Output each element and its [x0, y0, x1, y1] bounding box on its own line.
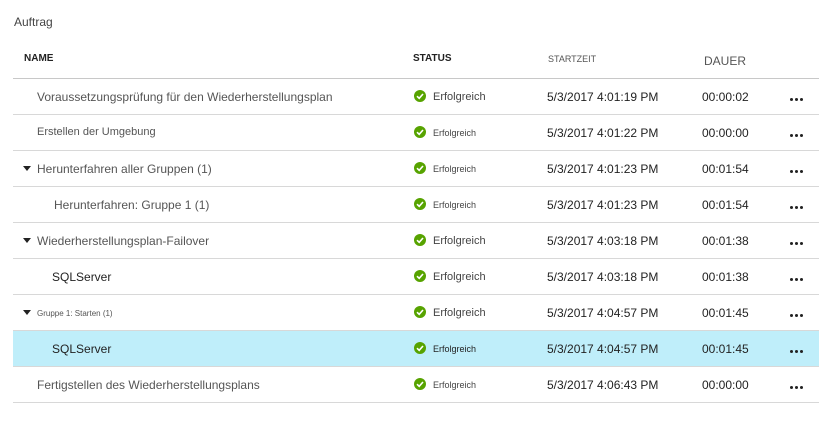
row-duration: 00:01:54: [702, 198, 749, 212]
row-name: Erstellen der Umgebung: [37, 126, 156, 138]
row-status: Erfolgreich: [433, 271, 486, 283]
check-circle-icon: [414, 234, 426, 246]
row-status: Erfolgreich: [433, 380, 477, 390]
column-header-name[interactable]: NAME: [24, 53, 53, 64]
row-start-time: 5/3/2017 4:01:22 PM: [547, 126, 659, 140]
ellipsis-icon[interactable]: [787, 271, 807, 285]
table-row[interactable]: SQLServer Erfolgreich 5/3/2017 4:03:18 P…: [13, 259, 819, 295]
caret-down-icon[interactable]: [23, 238, 31, 243]
ellipsis-icon[interactable]: [787, 235, 807, 249]
row-start-time: 5/3/2017 4:01:19 PM: [547, 90, 659, 104]
row-name: Herunterfahren: Gruppe 1 (1): [54, 198, 210, 212]
row-status: Erfolgreich: [433, 91, 486, 103]
row-status: Erfolgreich: [433, 128, 477, 138]
table-row[interactable]: Erstellen der Umgebung Erfolgreich 5/3/2…: [13, 115, 819, 151]
ellipsis-icon[interactable]: [787, 343, 807, 357]
row-start-time: 5/3/2017 4:01:23 PM: [547, 162, 659, 176]
check-circle-icon: [414, 126, 426, 138]
row-start-time: 5/3/2017 4:03:18 PM: [547, 234, 659, 248]
table-header: NAME STATUS STARTZEIT DAUER: [13, 42, 819, 79]
row-start-time: 5/3/2017 4:03:18 PM: [547, 270, 659, 284]
row-name: Voraussetzungsprüfung für den Wiederhers…: [37, 90, 333, 104]
row-start-time: 5/3/2017 4:04:57 PM: [547, 306, 659, 320]
row-duration: 00:01:38: [702, 270, 749, 284]
row-duration: 00:00:00: [702, 126, 749, 140]
row-start-time: 5/3/2017 4:01:23 PM: [547, 198, 659, 212]
ellipsis-icon[interactable]: [787, 163, 807, 177]
row-name: SQLServer: [52, 270, 112, 284]
row-name: SQLServer: [52, 342, 112, 356]
row-name: Herunterfahren aller Gruppen (1): [37, 162, 212, 176]
row-name: Fertigstellen des Wiederherstellungsplan…: [37, 378, 260, 392]
ellipsis-icon[interactable]: [787, 199, 807, 213]
check-circle-icon: [414, 162, 426, 174]
row-status: Erfolgreich: [433, 164, 477, 174]
table-row-selected[interactable]: SQLServer Erfolgreich 5/3/2017 4:04:57 P…: [13, 331, 819, 367]
row-status: Erfolgreich: [433, 200, 477, 210]
table-row[interactable]: Fertigstellen des Wiederherstellungsplan…: [13, 367, 819, 403]
table-row[interactable]: Herunterfahren: Gruppe 1 (1) Erfolgreich…: [13, 187, 819, 223]
row-duration: 00:01:38: [702, 234, 749, 248]
page-title: Auftrag: [14, 15, 53, 29]
check-circle-icon: [414, 270, 426, 282]
row-start-time: 5/3/2017 4:04:57 PM: [547, 342, 659, 356]
ellipsis-icon[interactable]: [787, 379, 807, 393]
ellipsis-icon[interactable]: [787, 91, 807, 105]
row-name: Gruppe 1: Starten (1): [37, 309, 113, 318]
row-start-time: 5/3/2017 4:06:43 PM: [547, 378, 659, 392]
check-circle-icon: [414, 198, 426, 210]
check-circle-icon: [414, 342, 426, 354]
ellipsis-icon[interactable]: [787, 307, 807, 321]
column-header-duration[interactable]: DAUER: [704, 54, 746, 68]
column-header-start-time[interactable]: STARTZEIT: [548, 54, 596, 64]
row-status: Erfolgreich: [433, 307, 486, 319]
caret-down-icon[interactable]: [23, 166, 31, 171]
row-status: Erfolgreich: [433, 344, 477, 354]
check-circle-icon: [414, 90, 426, 102]
table-row[interactable]: Herunterfahren aller Gruppen (1) Erfolgr…: [13, 151, 819, 187]
table-row[interactable]: Gruppe 1: Starten (1) Erfolgreich 5/3/20…: [13, 295, 819, 331]
row-duration: 00:01:54: [702, 162, 749, 176]
table-row[interactable]: Voraussetzungsprüfung für den Wiederhers…: [13, 79, 819, 115]
row-duration: 00:01:45: [702, 306, 749, 320]
column-header-status[interactable]: STATUS: [413, 53, 452, 64]
row-duration: 00:01:45: [702, 342, 749, 356]
table-row[interactable]: Wiederherstellungsplan-Failover Erfolgre…: [13, 223, 819, 259]
check-circle-icon: [414, 378, 426, 390]
ellipsis-icon[interactable]: [787, 127, 807, 141]
row-status: Erfolgreich: [433, 235, 486, 247]
job-table: NAME STATUS STARTZEIT DAUER Voraussetzun…: [13, 42, 819, 403]
row-duration: 00:00:00: [702, 378, 749, 392]
check-circle-icon: [414, 306, 426, 318]
row-duration: 00:00:02: [702, 90, 749, 104]
row-name: Wiederherstellungsplan-Failover: [37, 234, 210, 248]
caret-down-icon[interactable]: [23, 310, 31, 315]
